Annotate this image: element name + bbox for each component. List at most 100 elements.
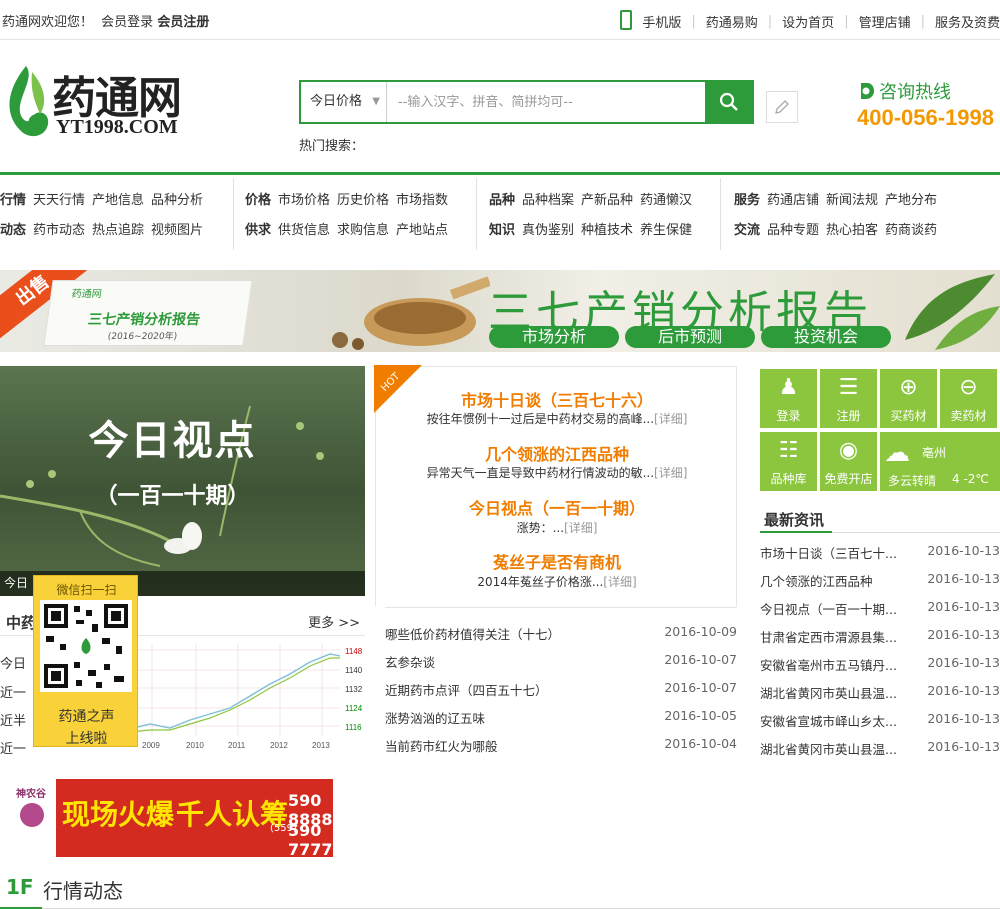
latest-news-row[interactable]: 甘肃省定西市渭源县集... 2016-10-13 — [760, 627, 1000, 646]
hot-article-desc: 2014年菟丝子价格涨...[详细] — [376, 573, 738, 590]
nav-head-news[interactable]: 动态 — [0, 223, 26, 238]
news-row[interactable]: 哪些低价药材值得关注（十七） 2016-10-09 — [385, 624, 737, 643]
hot-article-title[interactable]: 市场十日谈（三百七十六） — [376, 387, 738, 411]
variety-library-tile[interactable]: ☷ 品种库 — [760, 432, 817, 491]
nav-link[interactable]: 药商谈药 — [885, 223, 937, 238]
nav-link[interactable]: 天天行情 — [33, 193, 85, 208]
mobile-link[interactable]: 手机版 — [642, 12, 681, 31]
advertisement-banner[interactable]: 神农谷 现场火爆 千人认筹 (559) 590 8888 590 7777 — [6, 779, 333, 857]
manage-store-link[interactable]: 管理店铺 — [859, 12, 911, 31]
news-row[interactable]: 当前药市红火为哪般 2016-10-04 — [385, 736, 737, 755]
user-icon: ♟ — [778, 375, 799, 400]
divider: | — [767, 13, 773, 29]
leaf-decoration — [905, 274, 1000, 350]
nav-row: 动态 药市动态 热点追踪 视频图片 — [0, 216, 234, 246]
logo-text-en: YT1998.COM — [56, 116, 178, 138]
latest-news-row[interactable]: 安徽省亳州市五马镇丹... 2016-10-13 — [760, 655, 1000, 674]
nav-link[interactable]: 产地分布 — [885, 193, 937, 208]
price-index-row: 近一 — [0, 686, 27, 701]
nav-link[interactable]: 种植技术 — [581, 223, 633, 238]
nav-link[interactable]: 市场价格 — [278, 193, 330, 208]
latest-news-row[interactable]: 几个领涨的江西品种 2016-10-13 — [760, 571, 1000, 590]
news-date: 2016-10-04 — [664, 736, 737, 751]
hot-article-title[interactable]: 几个领涨的江西品种 — [376, 441, 738, 465]
nav-head-supply[interactable]: 供求 — [245, 223, 271, 238]
news-row[interactable]: 涨势汹汹的辽五味 2016-10-05 — [385, 708, 737, 727]
nav-link[interactable]: 热心拍客 — [826, 223, 878, 238]
search-button[interactable] — [705, 82, 752, 122]
hotline-label: 咨询热线 — [858, 78, 951, 104]
detail-link[interactable]: [详细] — [654, 466, 687, 480]
publish-button[interactable] — [766, 91, 798, 123]
banner-pill-market: 市场分析 — [489, 326, 619, 348]
latest-news-row[interactable]: 市场十日谈（三百七十... 2016-10-13 — [760, 543, 1000, 562]
latest-news-date: 2016-10-13 — [927, 627, 1000, 642]
nav-row: 交流 品种专题 热心拍客 药商谈药 — [734, 216, 1000, 246]
nav-head-variety[interactable]: 品种 — [489, 193, 515, 208]
floor-number: 1F — [6, 875, 34, 899]
nav-link[interactable]: 产地信息 — [92, 193, 144, 208]
detail-link[interactable]: [详细] — [603, 575, 636, 589]
nav-link[interactable]: 热点追踪 — [92, 223, 144, 238]
search-input[interactable] — [388, 82, 705, 122]
detail-link[interactable]: [详细] — [654, 412, 687, 426]
yitong-shop-link[interactable]: 药通易购 — [706, 12, 758, 31]
nav-head-service[interactable]: 服务 — [734, 193, 760, 208]
detail-link[interactable]: [详细] — [564, 521, 597, 535]
nav-head-knowledge[interactable]: 知识 — [489, 223, 515, 238]
latest-news-row[interactable]: 今日视点（一百一十期... 2016-10-13 — [760, 599, 1000, 618]
news-row[interactable]: 近期药市点评（四百五十七） 2016-10-07 — [385, 680, 737, 699]
wechat-qr-popup[interactable]: 微信扫一扫 药通之声 上线啦 — [33, 575, 138, 747]
weather-city: 亳州 — [922, 446, 947, 460]
nav-head-quotes[interactable]: 行情 — [0, 193, 26, 208]
register-tile[interactable]: ☰ 注册 — [820, 369, 877, 428]
buy-herbs-tile[interactable]: ⊕ 买药材 — [880, 369, 937, 428]
latest-news-date: 2016-10-13 — [927, 683, 1000, 698]
nav-link[interactable]: 真伪鉴别 — [522, 223, 574, 238]
weather-temp: 4 -2℃ — [952, 472, 989, 486]
nav-link[interactable]: 药通懒汉 — [640, 193, 692, 208]
register-link[interactable]: 会员注册 — [157, 15, 209, 30]
site-logo[interactable]: 药通网 YT1998.COM — [4, 62, 214, 142]
latest-news-row[interactable]: 安徽省宣城市峄山乡太... 2016-10-13 — [760, 711, 1000, 730]
nav-link[interactable]: 历史价格 — [337, 193, 389, 208]
nav-row: 品种 品种档案 产新品种 药通懒汉 — [489, 186, 721, 216]
x-tick: 2011 — [228, 741, 246, 750]
nav-link[interactable]: 视频图片 — [151, 223, 203, 238]
nav-link[interactable]: 药通店铺 — [767, 193, 819, 208]
news-date: 2016-10-05 — [664, 708, 737, 723]
nav-link[interactable]: 药市动态 — [33, 223, 85, 238]
nav-link[interactable]: 新闻法规 — [826, 193, 878, 208]
nav-link[interactable]: 养生保健 — [640, 223, 692, 238]
nav-link[interactable]: 供货信息 — [278, 223, 330, 238]
news-date: 2016-10-07 — [664, 680, 737, 695]
hot-article-desc: 按往年惯例十一过后是中药材交易的高峰...[详细] — [376, 410, 738, 427]
login-link[interactable]: 会员登录 — [101, 15, 153, 30]
free-store-tile[interactable]: ◉ 免费开店 — [820, 432, 877, 491]
y-tick: 1124 — [345, 704, 363, 713]
search-category-select[interactable]: 今日价格 ▼ — [301, 82, 387, 122]
nav-link[interactable]: 品种专题 — [767, 223, 819, 238]
main-nav: 行情 天天行情 产地信息 品种分析 动态 药市动态 热点追踪 视频图片 价格 市场价格 历史价格… — [0, 175, 1000, 260]
login-tile[interactable]: ♟ 登录 — [760, 369, 817, 428]
price-index-more-link[interactable]: 更多 >> — [308, 612, 360, 631]
sell-herbs-tile[interactable]: ⊖ 卖药材 — [940, 369, 997, 428]
nav-link[interactable]: 求购信息 — [337, 223, 389, 238]
viewpoint-feature-image[interactable]: 今日视点 （一百一十期） 今日 — [0, 366, 365, 596]
hot-article-title[interactable]: 今日视点（一百一十期） — [376, 495, 738, 519]
nav-link[interactable]: 产新品种 — [581, 193, 633, 208]
latest-news-row[interactable]: 湖北省黄冈市英山县温... 2016-10-13 — [760, 683, 1000, 702]
nav-link[interactable]: 产地站点 — [396, 223, 448, 238]
news-date: 2016-10-07 — [664, 652, 737, 667]
nav-link[interactable]: 品种档案 — [522, 193, 574, 208]
latest-news-row[interactable]: 湖北省黄冈市英山县温... 2016-10-13 — [760, 739, 1000, 758]
nav-link[interactable]: 品种分析 — [151, 193, 203, 208]
news-row[interactable]: 玄参杂谈 2016-10-07 — [385, 652, 737, 671]
nav-link[interactable]: 市场指数 — [396, 193, 448, 208]
nav-head-exchange[interactable]: 交流 — [734, 223, 760, 238]
hot-article-title[interactable]: 菟丝子是否有商机 — [376, 549, 738, 573]
tile-label: 品种库 — [770, 472, 807, 486]
nav-head-price[interactable]: 价格 — [245, 193, 271, 208]
services-fees-link[interactable]: 服务及资费 — [935, 12, 1000, 31]
set-homepage-link[interactable]: 设为首页 — [782, 12, 834, 31]
